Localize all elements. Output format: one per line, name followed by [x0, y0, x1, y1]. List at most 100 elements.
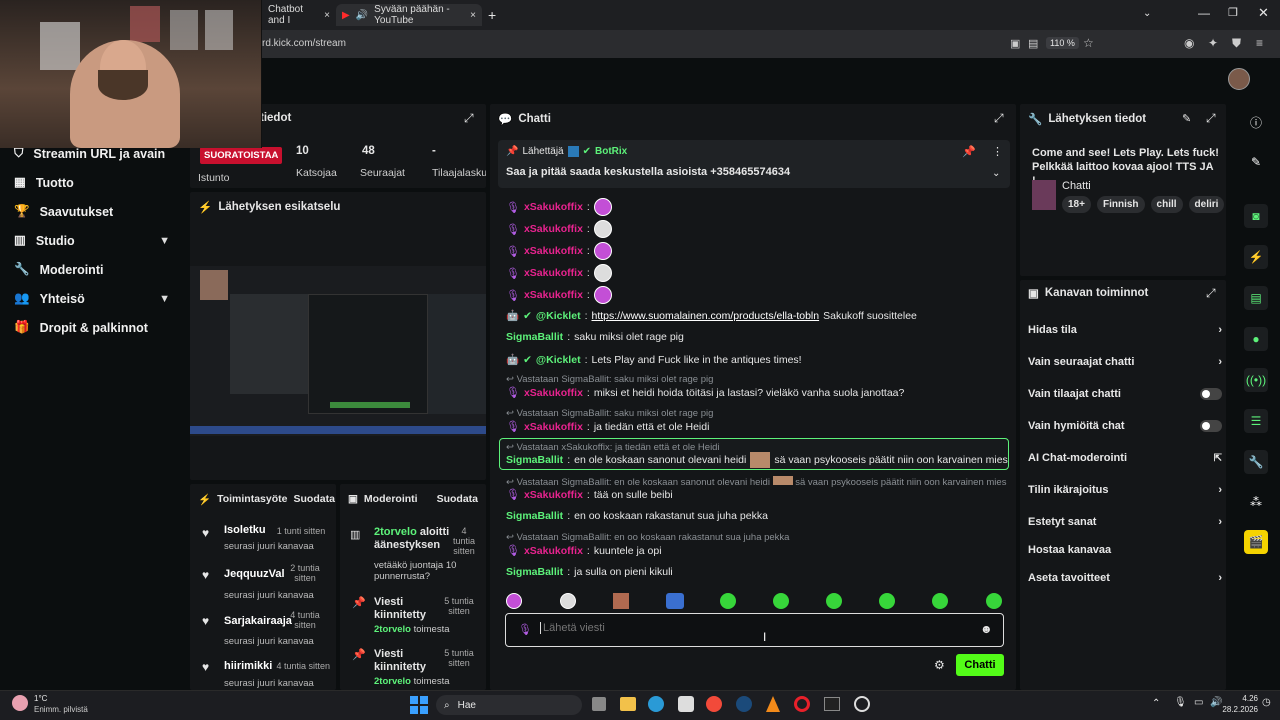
chat-user[interactable]: xSakukoffix	[524, 387, 583, 399]
browser-tab[interactable]: Chatbot and I ×	[262, 4, 336, 26]
chat-user[interactable]: @Kicklet	[536, 310, 581, 322]
sidebar-item-community[interactable]: 👥 Yhteisö ▼	[0, 284, 186, 313]
windows-start-icon[interactable]	[410, 696, 428, 714]
filter-button[interactable]: Suodata	[437, 493, 478, 505]
action-host-channel[interactable]: Hostaa kanavaa	[1028, 544, 1222, 556]
wrench-icon[interactable]: 🔧	[1244, 450, 1268, 474]
restore-icon[interactable]: ❐	[1228, 6, 1238, 19]
mod-user[interactable]: 2torvelo	[374, 676, 411, 687]
chat-user[interactable]: @Kicklet	[536, 354, 581, 366]
chat-user[interactable]: SigmaBallit	[506, 566, 563, 578]
edge-icon[interactable]	[648, 696, 664, 712]
chat-user[interactable]: xSakukoffix	[524, 267, 583, 279]
more-icon[interactable]: ⋮	[992, 145, 1003, 158]
reader-icon[interactable]: ▤	[1028, 37, 1038, 50]
sidebar-item-achievements[interactable]: 🏆 Saavutukset	[0, 197, 186, 226]
activity-name[interactable]: Isoletku	[224, 524, 266, 536]
emote-icon[interactable]	[932, 593, 948, 609]
minimize-icon[interactable]: —	[1198, 6, 1210, 20]
info-icon[interactable]: ⓘ	[1244, 110, 1268, 134]
close-icon[interactable]: ×	[470, 10, 476, 21]
chat-user[interactable]: xSakukoffix	[524, 223, 583, 235]
emote-only-toggle[interactable]	[1200, 420, 1222, 432]
chat-user[interactable]: xSakukoffix	[524, 289, 583, 301]
sidebar-item-drops[interactable]: 🎁 Dropit & palkinnot	[0, 313, 186, 342]
camera-icon[interactable]: ◙	[1244, 204, 1268, 228]
chat-user[interactable]: xSakukoffix	[524, 201, 583, 213]
emote-icon[interactable]	[560, 593, 576, 609]
emote-icon[interactable]	[826, 593, 842, 609]
star-icon[interactable]: ☆	[1083, 36, 1094, 50]
action-slow-mode[interactable]: Hidas tila ›	[1028, 324, 1222, 336]
emote-icon[interactable]	[506, 593, 522, 609]
layers-icon[interactable]: ☰	[1244, 409, 1268, 433]
account-icon[interactable]: ◉	[1184, 36, 1194, 50]
emote-icon[interactable]	[879, 593, 895, 609]
browser-tab-active[interactable]: ▶ 🔊 Syvään päähän - YouTube ×	[336, 4, 482, 26]
address-input[interactable]: rd.kick.com/stream	[262, 38, 346, 49]
emote-icon[interactable]	[986, 593, 1002, 609]
category-thumbnail[interactable]	[1032, 180, 1056, 210]
pinned-user[interactable]: BotRix	[595, 146, 627, 157]
steam-icon[interactable]	[736, 696, 752, 712]
sidebar-item-moderation[interactable]: 🔧 Moderointi	[0, 255, 186, 284]
new-tab-icon[interactable]: +	[488, 7, 496, 23]
store-icon[interactable]	[678, 696, 694, 712]
clock-time[interactable]: 4.26	[1226, 694, 1258, 703]
opera-icon[interactable]	[794, 696, 810, 712]
emote-icon[interactable]	[720, 593, 736, 609]
vlc-icon[interactable]	[766, 696, 780, 712]
gear-icon[interactable]: ⚙	[934, 658, 945, 672]
chat-user[interactable]: xSakukoffix	[524, 545, 583, 557]
tag[interactable]: chill	[1150, 196, 1183, 213]
pencil-icon[interactable]: ✎	[1244, 150, 1268, 174]
edit-icon[interactable]: ✎	[1182, 112, 1191, 125]
category-name[interactable]: Chatti	[1062, 180, 1091, 192]
activity-name[interactable]: JeqquuzVal	[224, 568, 285, 580]
chat-user[interactable]: SigmaBallit	[506, 454, 563, 466]
sidebar-item-revenue[interactable]: ▦ Tuotto	[0, 168, 186, 197]
action-followers-only[interactable]: Vain seuraajat chatti ›	[1028, 356, 1222, 368]
window-close-icon[interactable]: ✕	[1258, 5, 1269, 21]
folder-icon[interactable]	[620, 697, 636, 711]
obs-icon[interactable]	[854, 696, 870, 712]
chat-bubble-icon[interactable]: ●	[1244, 327, 1268, 351]
chat-link[interactable]: https://www.suomalainen.com/products/ell…	[591, 310, 819, 322]
taskbar-search[interactable]: ⌕ Hae	[436, 695, 582, 715]
emote-icon[interactable]	[613, 593, 629, 609]
bolt-icon[interactable]: ⚡	[1244, 245, 1268, 269]
mod-user[interactable]: 2torvelo	[374, 526, 417, 538]
weather-temp[interactable]: 1°C	[34, 694, 47, 703]
activity-name[interactable]: hiirimikki	[224, 660, 272, 672]
emote-icon[interactable]	[666, 593, 684, 609]
chat-user[interactable]: xSakukoffix	[524, 421, 583, 433]
chat-input-box[interactable]: 🎙 ☻	[505, 613, 1004, 647]
firefox-icon[interactable]	[706, 696, 722, 712]
expand-icon[interactable]: ⤢	[464, 111, 474, 126]
filter-button[interactable]: Suodata	[293, 493, 334, 505]
emoji-icon[interactable]: ☻	[980, 622, 993, 636]
screen-icon[interactable]: ▣	[1010, 37, 1020, 50]
expand-icon[interactable]: ⤢	[994, 111, 1004, 126]
chevron-down-icon[interactable]: ⌄	[1143, 8, 1151, 19]
expand-icon[interactable]: ⤢	[1206, 111, 1216, 126]
expand-icon[interactable]: ⤢	[1206, 286, 1216, 301]
tag[interactable]: Finnish	[1096, 196, 1145, 213]
chat-user[interactable]: xSakukoffix	[524, 489, 583, 501]
chat-user[interactable]: xSakukoffix	[524, 245, 583, 257]
action-banned-words[interactable]: Estetyt sanat ›	[1028, 516, 1222, 528]
close-icon[interactable]: ×	[324, 10, 330, 21]
stream-preview[interactable]	[190, 266, 486, 436]
clapper-icon[interactable]: 🎬	[1244, 530, 1268, 554]
action-ai-moderation[interactable]: AI Chat-moderointi ⇱	[1028, 452, 1222, 464]
chat-input[interactable]	[540, 622, 960, 634]
sidebar-item-studio[interactable]: ▥ Studio ▼	[0, 226, 186, 255]
chevron-down-icon[interactable]: ⌄	[992, 168, 1000, 179]
send-chat-button[interactable]: Chatti	[956, 654, 1004, 676]
document-icon[interactable]: ▤	[1244, 286, 1268, 310]
terminal-icon[interactable]	[824, 697, 840, 711]
action-age-restriction[interactable]: Tilin ikärajoitus ›	[1028, 484, 1222, 496]
clock-date[interactable]: 28.2.2026	[1220, 705, 1258, 714]
extensions-icon[interactable]: ✦	[1208, 36, 1218, 50]
shield-icon[interactable]: ⛊	[1232, 36, 1241, 51]
